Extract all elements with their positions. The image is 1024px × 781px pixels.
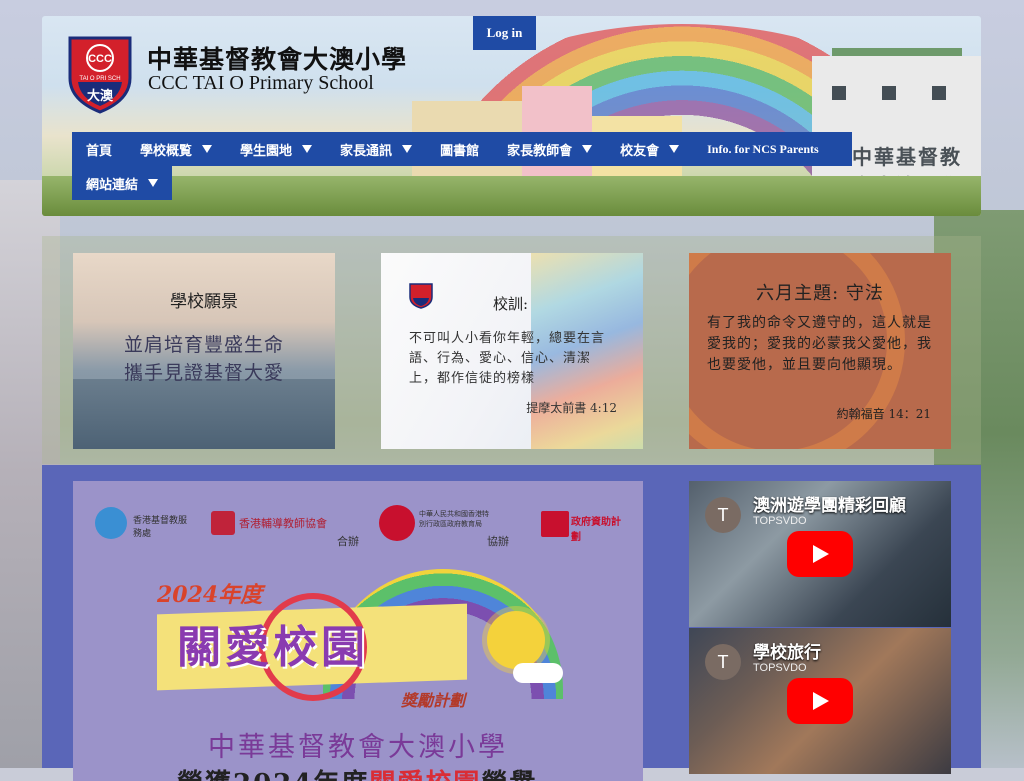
nav-item-label: 圖書館 [440, 143, 480, 159]
vision-text: 並肩培育豐盛生命 攜手見證基督大愛 [73, 331, 335, 387]
nav-item-label: 校友會 [620, 143, 660, 159]
nav-item-library[interactable]: 圖書館 [426, 132, 494, 166]
vision-line-1: 並肩培育豐盛生命 [123, 334, 284, 356]
organizer-4: 政府資助計劃 [571, 517, 621, 543]
chevron-down-icon [582, 145, 593, 153]
nav-item-parent-notices[interactable]: 家長通訊 [326, 132, 427, 166]
nav-item-label: 網站連結 [86, 177, 139, 193]
motto-text: 不可叫人小看你年輕，總要在言語、行為、愛心、信心、清潔上，都作信徒的榜樣 [409, 331, 606, 386]
svg-text:CCC: CCC [88, 53, 112, 65]
chevron-down-icon [669, 145, 680, 153]
video-embed-australia-tour[interactable]: T 澳洲遊學團精彩回顧 TOPSVDO [689, 481, 951, 627]
joint-organize-label: 合辦 [337, 535, 359, 548]
hkcs-logo [95, 507, 127, 539]
nav-item-label: Info. for NCS Parents [707, 141, 819, 156]
nav-item-label: 學校概覧 [140, 143, 193, 159]
channel-avatar[interactable]: T [705, 644, 741, 680]
school-name-chinese: 中華基督教會大澳小學 [147, 45, 408, 74]
award-highlight: 關愛校園 [369, 769, 481, 781]
chevron-down-icon [402, 145, 413, 153]
award-prefix: 榮獲2024年度 [177, 769, 369, 781]
nav-item-ncs-parents[interactable]: Info. for NCS Parents [693, 132, 833, 166]
chevron-down-icon [202, 145, 213, 153]
school-logo-small [409, 283, 433, 309]
vision-title: 學校願景 [170, 292, 238, 312]
sun-icon [487, 611, 545, 669]
hksar-logo [379, 505, 415, 541]
school-name-english: CCC TAI O Primary School [148, 72, 374, 94]
poster-subtitle: 獎勵計劃 [401, 691, 466, 710]
svg-text:TAI O PRI SCH: TAI O PRI SCH [79, 76, 120, 82]
video-channel[interactable]: TOPSVDO [753, 662, 807, 674]
poster-headline: 關愛校園 [177, 622, 369, 673]
video-title[interactable]: 澳洲遊學團精彩回顧 [753, 491, 906, 516]
video-channel[interactable]: TOPSVDO [753, 515, 807, 527]
vision-line-2: 攜手見證基督大愛 [123, 362, 284, 384]
nav-item-label: 家長教師會 [507, 143, 573, 159]
co-organize-label: 協辦 [487, 535, 509, 548]
nav-item-alumni[interactable]: 校友會 [606, 132, 694, 166]
nav-item-label: 家長通訊 [340, 143, 393, 159]
harbour-photo [73, 379, 335, 449]
motto-title: 校訓: [493, 295, 529, 313]
nav-item-student-corner[interactable]: 學生園地 [226, 132, 327, 166]
motto-card[interactable]: 校訓: 不可叫人小看你年輕，總要在言語、行為、愛心、信心、清潔上，都作信徒的榜樣… [381, 253, 643, 449]
vision-card[interactable]: 學校願景 並肩培育豐盛生命 攜手見證基督大愛 [73, 253, 335, 449]
news-section: 香港基督教服務處 香港輔導教師協會 合辦 中華人民共和國香港特別行政區政府教育局… [42, 465, 981, 781]
nav-item-pta[interactable]: 家長教師會 [493, 132, 607, 166]
nav-item-web-links[interactable]: 網站連結 [72, 166, 173, 200]
nav-item-label: 首頁 [86, 143, 113, 159]
chevron-down-icon [148, 179, 159, 187]
channel-avatar[interactable]: T [705, 497, 741, 533]
poster-year: 2024年度 [157, 582, 263, 608]
theme-verse: 有了我的命令又遵守的，這人就是愛我的；愛我的必蒙我父愛他，我也要愛他，並且要向他… [707, 315, 932, 373]
theme-title: 六月主題: 守法 [756, 283, 884, 304]
award-suffix: 榮譽 [481, 769, 537, 781]
video-title[interactable]: 學校旅行 [753, 638, 821, 663]
main-navigation: 首頁 學校概覧 學生園地 家長通訊 圖書館 家長教師會 校友會 Info. fo… [72, 132, 852, 200]
nav-row-2: 網站連結 [72, 166, 852, 200]
monthly-theme-card[interactable]: 六月主題: 守法 有了我的命令又遵守的，這人就是愛我的；愛我的必蒙我父愛他，我也… [689, 253, 951, 449]
nav-row-1: 首頁 學校概覧 學生園地 家長通訊 圖書館 家長教師會 校友會 Info. fo… [72, 132, 852, 166]
nav-item-home[interactable]: 首頁 [72, 132, 127, 166]
video-embed-school-trip[interactable]: T 學校旅行 TOPSVDO [689, 628, 951, 774]
cloud-icon [513, 663, 563, 683]
poster-award-text: 榮獲2024年度關愛校園榮譽 [177, 763, 537, 781]
organizer-2: 香港輔導教師協會 [239, 517, 327, 530]
login-button[interactable]: Log in [473, 16, 536, 50]
poster-school-name: 中華基督教會大澳小學 [208, 732, 508, 763]
nav-item-label: 學生園地 [240, 143, 293, 159]
school-logo[interactable]: CCC TAI O PRI SCH 大澳 [66, 34, 134, 114]
organizer-logos: 香港基督教服務處 香港輔導教師協會 合辦 中華人民共和國香港特別行政區政府教育局… [93, 503, 623, 553]
gov-funded-logo [541, 511, 569, 537]
guidance-assoc-logo [211, 511, 235, 535]
theme-reference: 約翰福音 14：21 [836, 407, 931, 421]
chevron-down-icon [302, 145, 313, 153]
site-header: 中華基督教會大澳小學 CCC TAI O PRI SCH 大澳 中華基督教會大澳… [42, 16, 981, 216]
youtube-play-icon[interactable] [787, 531, 853, 577]
info-cards-section: 學校願景 並肩培育豐盛生命 攜手見證基督大愛 校訓: 不可叫人小看你年輕，總要在… [42, 236, 981, 464]
organizer-3: 中華人民共和國香港特別行政區政府教育局 [419, 510, 489, 528]
youtube-play-icon[interactable] [787, 678, 853, 724]
motto-reference: 提摩太前書 4:12 [526, 401, 617, 415]
svg-text:大澳: 大澳 [87, 88, 114, 104]
caring-campus-poster[interactable]: 香港基督教服務處 香港輔導教師協會 合辦 中華人民共和國香港特別行政區政府教育局… [73, 481, 643, 781]
organizer-1: 香港基督教服務處 [133, 516, 188, 539]
nav-item-school-overview[interactable]: 學校概覧 [126, 132, 227, 166]
